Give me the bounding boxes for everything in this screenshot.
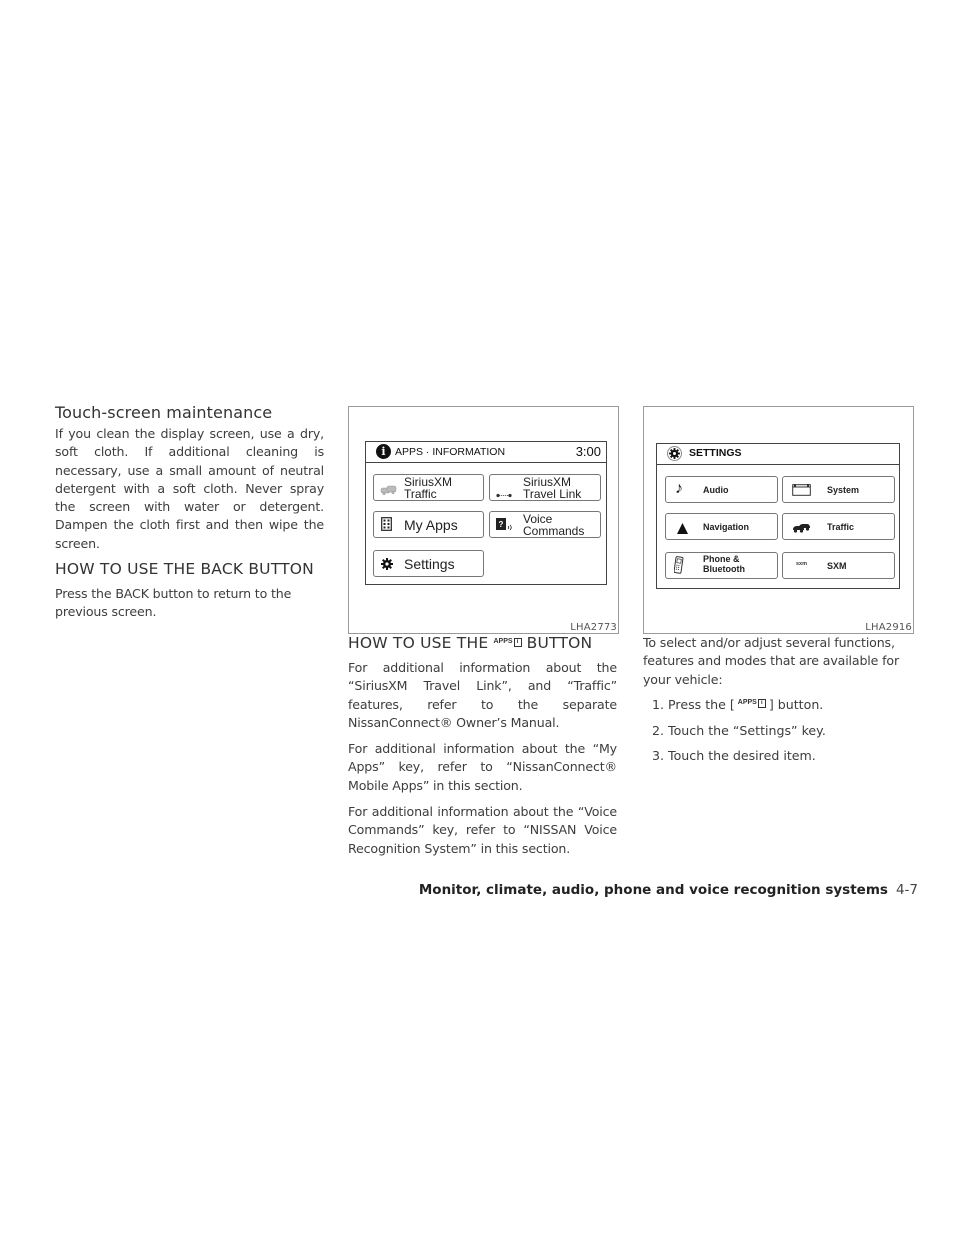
sxm-icon: sxm — [796, 561, 808, 567]
apps-button-glyph: APPS i — [738, 694, 766, 712]
right-column: To select and/or adjust several function… — [643, 634, 913, 765]
sxm-button[interactable]: sxm SXM — [782, 552, 895, 579]
button-label: Traffic — [827, 522, 855, 532]
traffic-button[interactable]: Traffic — [782, 513, 895, 540]
sirius-travel-link-button[interactable]: SiriusXM Travel Link — [489, 474, 601, 501]
navigation-button[interactable]: Navigation — [665, 513, 778, 540]
button-label: My Apps — [404, 517, 458, 533]
button-label: SiriusXM Traffic — [404, 475, 453, 501]
page-footer: Monitor, climate, audio, phone and voice… — [419, 882, 918, 898]
navigation-arrow-icon — [677, 521, 688, 539]
info-icon: i — [376, 444, 391, 459]
step-item: 3. Touch the desired item. — [652, 747, 816, 763]
figure-apps-information: i APPS · INFORMATION 3:00 SiriusXM Traff… — [348, 406, 619, 634]
traffic-cars-icon — [792, 520, 812, 538]
apps-button-glyph: APPS i — [493, 632, 522, 651]
section-heading-back-button: HOW TO USE THE BACK BUTTON — [55, 560, 314, 579]
button-label: Audio — [703, 485, 729, 495]
steps-list: 1. Press the [APPS i] button. 2. Touch th… — [643, 696, 913, 765]
step-item: 2. Touch the “Settings” key. — [652, 722, 826, 738]
screen-title: SETTINGS — [689, 447, 742, 459]
settings-intro-paragraph: To select and/or adjust several function… — [643, 635, 899, 687]
button-label: SiriusXM Travel Link — [523, 475, 582, 501]
button-label: Voice Commands — [523, 512, 585, 538]
apps-information-screen: i APPS · INFORMATION 3:00 SiriusXM Traff… — [365, 441, 607, 585]
touch-screen-paragraph: If you clean the display screen, use a d… — [55, 426, 324, 551]
button-label: Settings — [404, 556, 455, 572]
settings-button[interactable]: Settings — [373, 550, 484, 577]
svg-text:?: ? — [499, 520, 504, 529]
travel-link-icon — [496, 485, 512, 503]
footer-section-title: Monitor, climate, audio, phone and voice… — [418, 882, 888, 898]
audio-button[interactable]: ♪ Audio — [665, 476, 778, 503]
button-label: SXM — [827, 561, 847, 571]
screen-title: APPS · INFORMATION — [395, 446, 506, 458]
gear-icon — [667, 446, 682, 461]
step-item: 1. Press the [APPS i] button. — [652, 696, 913, 715]
paragraph-voice-commands-info: For additional information about the “Vo… — [348, 804, 617, 856]
voice-commands-button[interactable]: ? Voice Commands — [489, 511, 601, 538]
clock-time: 3:00 — [575, 444, 601, 459]
my-apps-button[interactable]: My Apps — [373, 511, 484, 538]
paragraph-sirius-info: For additional information about the “Si… — [348, 660, 617, 730]
figure-code: LHA2916 — [865, 622, 912, 633]
section-heading-apps-button: HOW TO USE THE APPS i BUTTON — [348, 632, 593, 652]
system-button[interactable]: System — [782, 476, 895, 503]
left-column: Touch-screen maintenance If you clean th… — [55, 403, 324, 622]
figure-settings: SETTINGS ♪ Audio System Navigation Traff… — [643, 406, 914, 634]
settings-screen: SETTINGS ♪ Audio System Navigation Traff… — [656, 443, 900, 589]
apps-grid-icon — [381, 517, 392, 536]
screen-header: SETTINGS — [657, 444, 899, 465]
page-number: 4-7 — [895, 882, 918, 898]
button-label: System — [827, 485, 860, 495]
phone-icon — [673, 556, 684, 579]
sirius-traffic-button[interactable]: SiriusXM Traffic — [373, 474, 484, 501]
middle-column: HOW TO USE THE APPS i BUTTON For addition… — [348, 634, 617, 858]
button-label: Phone & Bluetooth — [703, 554, 745, 574]
traffic-cars-icon — [380, 482, 398, 500]
button-label: Navigation — [703, 522, 750, 532]
back-button-paragraph: Press the BACK button to return to the p… — [55, 586, 292, 620]
section-heading-touch-screen: Touch-screen maintenance — [55, 403, 273, 422]
screen-header: i APPS · INFORMATION 3:00 — [366, 442, 606, 463]
paragraph-my-apps-info: For additional information about the “My… — [348, 741, 617, 793]
figure-code: LHA2773 — [570, 622, 617, 633]
system-screen-icon — [792, 483, 811, 501]
voice-commands-icon: ? — [496, 518, 514, 536]
music-note-icon: ♪ — [675, 480, 683, 497]
gear-icon — [381, 557, 393, 575]
phone-bluetooth-button[interactable]: Phone & Bluetooth — [665, 552, 778, 579]
